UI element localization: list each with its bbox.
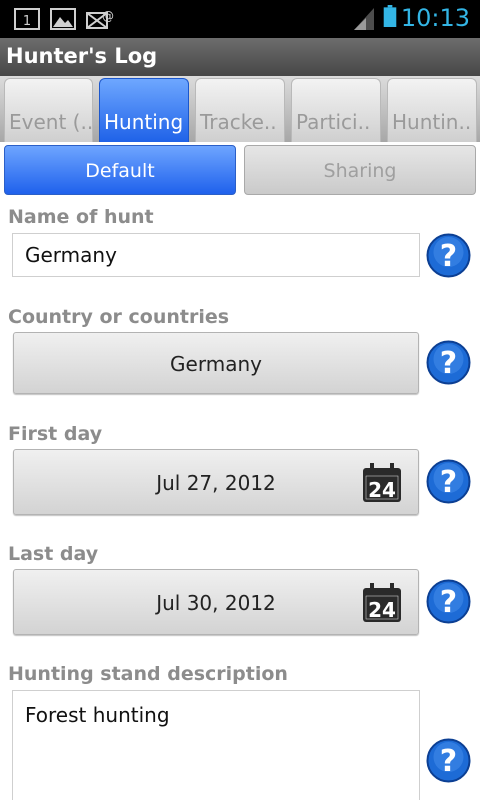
sharing-segment-button[interactable]: Sharing — [244, 145, 476, 195]
svg-text:@: @ — [102, 9, 114, 23]
tab-strip: Event (.. Hunting Tracke.. Partici.. Hun… — [0, 76, 480, 142]
countries-button[interactable]: Germany — [13, 332, 419, 394]
calendar-icon: 24 — [363, 583, 401, 622]
tab-participants[interactable]: Partici.. — [291, 78, 381, 142]
calendar-day: 24 — [368, 598, 396, 622]
clock: 10:13 — [400, 4, 470, 32]
stand-description-textarea[interactable]: Forest hunting — [12, 690, 420, 800]
calendar-day: 24 — [368, 478, 396, 502]
image-icon — [50, 8, 76, 30]
sim-card-icon: 1 — [14, 8, 40, 30]
last-day-label: Last day — [8, 543, 99, 565]
tab-label: Huntin.. — [392, 110, 472, 134]
help-icon[interactable]: ? — [426, 459, 471, 504]
help-icon[interactable]: ? — [426, 340, 471, 385]
svg-text:1: 1 — [23, 14, 31, 29]
help-icon[interactable]: ? — [426, 738, 471, 783]
first-day-label: First day — [8, 423, 103, 445]
svg-text:?: ? — [440, 346, 457, 381]
tab-label: Hunting — [104, 110, 184, 134]
svg-text:?: ? — [440, 744, 457, 779]
tab-label: Tracke.. — [200, 110, 277, 134]
name-of-hunt-label: Name of hunt — [8, 206, 154, 228]
last-day-value: Jul 30, 2012 — [156, 591, 276, 615]
svg-text:?: ? — [440, 465, 457, 500]
stand-description-label: Hunting stand description — [8, 663, 288, 685]
svg-text:?: ? — [440, 239, 457, 274]
tab-event[interactable]: Event (.. — [4, 78, 93, 142]
calendar-icon: 24 — [363, 463, 401, 502]
status-bar: 1 @ 10:13 — [0, 0, 480, 38]
countries-label: Country or countries — [8, 306, 230, 328]
first-day-button[interactable]: Jul 27, 2012 24 — [13, 449, 419, 515]
app-title-bar: Hunter's Log — [0, 38, 480, 76]
default-segment-button[interactable]: Default — [4, 145, 236, 195]
svg-text:?: ? — [440, 585, 457, 620]
tab-hunting[interactable]: Hunting — [99, 78, 189, 142]
help-icon[interactable]: ? — [426, 233, 471, 278]
help-icon[interactable]: ? — [426, 579, 471, 624]
tab-label: Event (.. — [9, 110, 93, 134]
first-day-value: Jul 27, 2012 — [156, 471, 276, 495]
app-title: Hunter's Log — [6, 44, 158, 68]
mail-alert-icon: @ — [86, 9, 114, 29]
signal-icon — [354, 8, 374, 30]
tab-label: Partici.. — [296, 110, 371, 134]
tab-trackers[interactable]: Tracke.. — [195, 78, 285, 142]
battery-icon — [383, 5, 397, 27]
tab-hunting-2[interactable]: Huntin.. — [387, 78, 477, 142]
last-day-button[interactable]: Jul 30, 2012 24 — [13, 569, 419, 635]
name-of-hunt-input[interactable]: Germany — [12, 233, 420, 277]
